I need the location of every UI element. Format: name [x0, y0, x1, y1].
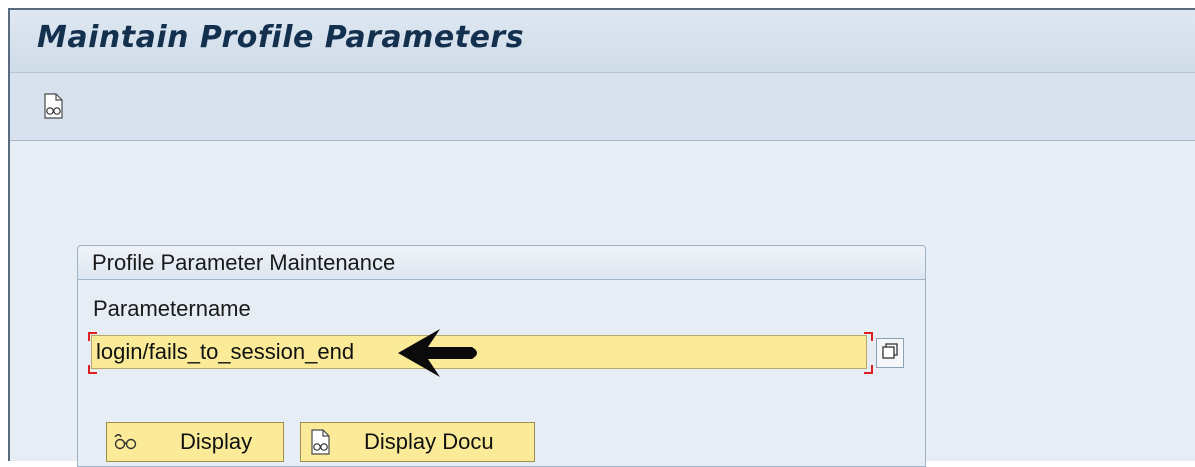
document-glasses-icon — [306, 427, 334, 457]
value-help-icon — [881, 342, 899, 365]
pointer-arrow-annotation — [396, 326, 486, 389]
content-area: Profile Parameter Maintenance Parametern… — [10, 141, 1195, 467]
glasses-icon — [112, 427, 140, 457]
group-title: Profile Parameter Maintenance — [78, 246, 925, 280]
title-bar: Maintain Profile Parameters — [10, 10, 1195, 73]
profile-parameter-group: Profile Parameter Maintenance Parametern… — [77, 245, 926, 467]
display-documentation-icon — [42, 92, 64, 124]
display-docu-button-label: Display Docu — [364, 429, 494, 454]
display-docu-button[interactable]: Display Docu — [300, 422, 535, 462]
page-title: Maintain Profile Parameters — [37, 20, 525, 55]
display-documentation-toolbar-button[interactable] — [38, 92, 68, 124]
parametername-label: Parametername — [93, 296, 251, 321]
display-button-label: Display — [180, 429, 253, 454]
display-button[interactable]: Display — [106, 422, 284, 462]
application-toolbar — [10, 73, 1195, 141]
value-help-button[interactable] — [876, 338, 904, 368]
sap-window: Maintain Profile Parameters Profile Para… — [8, 8, 1195, 467]
